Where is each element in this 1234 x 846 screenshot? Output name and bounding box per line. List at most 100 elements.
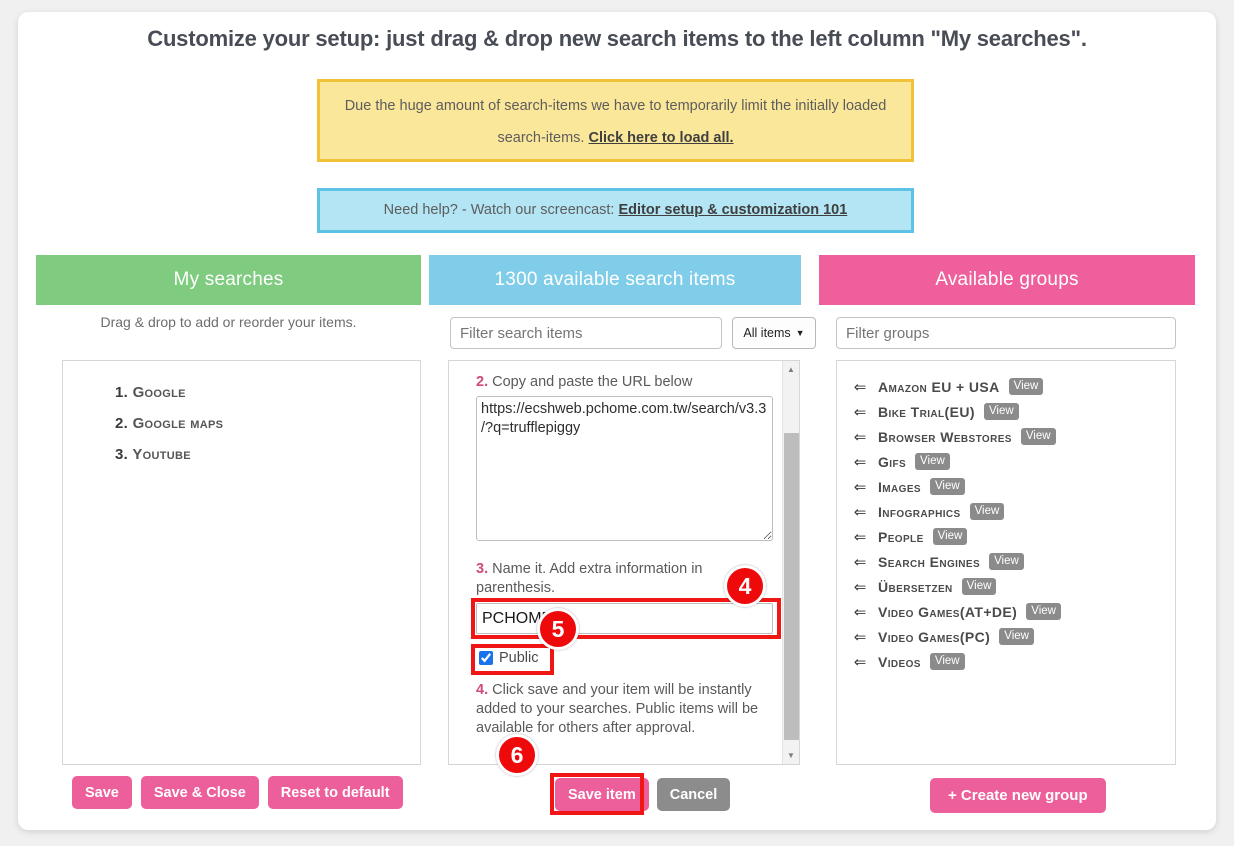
add-group-arrow-icon[interactable]: ⇐	[851, 653, 869, 671]
public-checkbox-wrap: Public	[471, 644, 596, 675]
group-row[interactable]: ⇐ Gifs View	[837, 449, 1175, 474]
item-name-input[interactable]	[476, 603, 773, 634]
step-3-text: Name it. Add extra information in parent…	[476, 561, 703, 596]
save-button[interactable]: Save	[72, 776, 132, 809]
step-3-number: 3.	[476, 561, 489, 577]
view-group-button[interactable]: View	[932, 528, 968, 545]
public-checkbox-row[interactable]: Public	[476, 648, 596, 668]
save-item-button[interactable]: Save item	[555, 778, 649, 811]
save-item-wrap: Save item	[550, 773, 649, 815]
view-group-button[interactable]: View	[915, 453, 950, 470]
scroll-down-icon[interactable]: ▼	[783, 747, 799, 764]
group-row[interactable]: ⇐ Videos View	[837, 649, 1175, 674]
search-items-filter-input[interactable]	[450, 317, 722, 349]
group-row[interactable]: ⇐ People View	[837, 524, 1175, 549]
chevron-down-icon: ▼	[795, 328, 805, 338]
add-group-arrow-icon[interactable]: ⇐	[851, 603, 869, 621]
groups-actions: + Create new group	[930, 778, 1106, 813]
groups-filter-row	[819, 305, 1195, 360]
group-name: Übersetzen	[878, 578, 953, 595]
view-group-button[interactable]: View	[983, 403, 1019, 420]
view-group-button[interactable]: View	[989, 553, 1024, 570]
click-here-to-load-all-link[interactable]: Click here to load all.	[589, 130, 734, 146]
group-row[interactable]: ⇐ Images View	[837, 474, 1175, 499]
save-and-close-button[interactable]: Save & Close	[140, 776, 259, 809]
add-group-arrow-icon[interactable]: ⇐	[851, 478, 869, 496]
search-items-filter-row: All items ▼	[429, 305, 816, 360]
list-item-label: Youtube	[132, 446, 191, 463]
list-item[interactable]: 3. Youtube	[63, 439, 420, 470]
available-search-items-column: 1300 available search items All items ▼ …	[429, 255, 816, 765]
available-search-items-header: 1300 available search items	[429, 255, 801, 305]
new-item-form-panel: 2. Copy and paste the URL below 3. Name …	[448, 360, 800, 765]
view-group-button[interactable]: View	[999, 628, 1034, 645]
add-group-arrow-icon[interactable]: ⇐	[851, 553, 869, 571]
cancel-button[interactable]: Cancel	[656, 778, 731, 811]
annotation-badge-6: 6	[496, 734, 538, 776]
view-group-button[interactable]: View	[969, 503, 1005, 520]
view-group-button[interactable]: View	[929, 478, 965, 495]
group-name: Gifs	[878, 453, 907, 470]
step-4-text: Click save and your item will be instant…	[476, 682, 759, 736]
add-group-arrow-icon[interactable]: ⇐	[851, 378, 869, 396]
url-textarea[interactable]	[476, 396, 773, 541]
group-row[interactable]: ⇐ Video Games(AT+DE) View	[837, 599, 1175, 624]
view-group-button[interactable]: View	[929, 653, 965, 670]
public-checkbox[interactable]	[479, 651, 493, 665]
list-item-number: 2.	[115, 415, 129, 432]
step-4-label: 4. Click save and your item will be inst…	[476, 681, 768, 738]
view-group-button[interactable]: View	[1008, 378, 1044, 395]
my-searches-subrow: Drag & drop to add or reorder your items…	[36, 305, 421, 360]
add-group-arrow-icon[interactable]: ⇐	[851, 428, 869, 446]
public-checkbox-label: Public	[499, 650, 539, 666]
group-name: Amazon EU + USA	[878, 378, 1000, 395]
view-group-button[interactable]: View	[961, 578, 997, 595]
middle-panel-scrollbar[interactable]: ▲ ▼	[782, 361, 799, 764]
add-group-arrow-icon[interactable]: ⇐	[851, 578, 869, 596]
group-name: Videos	[878, 653, 921, 670]
group-row[interactable]: ⇐ Search Engines View	[837, 549, 1175, 574]
groups-filter-input[interactable]	[836, 317, 1176, 349]
customize-setup-modal: Customize your setup: just drag & drop n…	[18, 12, 1216, 830]
view-group-button[interactable]: View	[1026, 603, 1061, 620]
name-field-wrap	[471, 598, 783, 639]
scroll-up-icon[interactable]: ▲	[783, 361, 799, 378]
group-row[interactable]: ⇐ Infographics View	[837, 499, 1175, 524]
my-searches-header: My searches	[36, 255, 421, 305]
group-name: Search Engines	[878, 553, 981, 570]
screencast-notice-text: Need help? - Watch our screencast:	[383, 202, 615, 218]
list-item-number: 3.	[115, 446, 129, 463]
group-name: Video Games(PC)	[878, 628, 991, 645]
add-group-arrow-icon[interactable]: ⇐	[851, 503, 869, 521]
all-items-select-value: All items	[743, 326, 791, 340]
group-name: People	[878, 528, 924, 545]
group-row[interactable]: ⇐ Browser Webstores View	[837, 424, 1175, 449]
all-items-select[interactable]: All items ▼	[732, 317, 816, 349]
view-group-button[interactable]: View	[1020, 428, 1056, 445]
group-name: Infographics	[878, 503, 961, 520]
list-item[interactable]: 1. Google	[63, 377, 420, 408]
load-all-notice: Due the huge amount of search-items we h…	[317, 79, 914, 162]
group-row[interactable]: ⇐ Amazon EU + USA View	[837, 374, 1175, 399]
available-groups-column: Available groups ⇐ Amazon EU + USA View ⇐ Bi…	[819, 255, 1195, 765]
list-item-label: Google maps	[132, 415, 224, 432]
screencast-link[interactable]: Editor setup & customization 101	[618, 202, 847, 218]
list-item[interactable]: 2. Google maps	[63, 408, 420, 439]
step-2-number: 2.	[476, 374, 489, 390]
add-group-arrow-icon[interactable]: ⇐	[851, 528, 869, 546]
my-searches-column: My searches Drag & drop to add or reorde…	[36, 255, 421, 765]
my-searches-listbox[interactable]: 1. Google 2. Google maps 3. Youtube	[62, 360, 421, 765]
add-group-arrow-icon[interactable]: ⇐	[851, 453, 869, 471]
group-row[interactable]: ⇐ Video Games(PC) View	[837, 624, 1175, 649]
reset-to-default-button[interactable]: Reset to default	[267, 776, 403, 809]
new-item-actions: Save item Cancel	[550, 773, 731, 815]
group-row[interactable]: ⇐ Bike Trial(EU) View	[837, 399, 1175, 424]
scrollbar-thumb[interactable]	[784, 433, 799, 740]
step-2-text: Copy and paste the URL below	[492, 374, 693, 390]
step-4-number: 4.	[476, 682, 489, 698]
group-row[interactable]: ⇐ Übersetzen View	[837, 574, 1175, 599]
add-group-arrow-icon[interactable]: ⇐	[851, 403, 869, 421]
add-group-arrow-icon[interactable]: ⇐	[851, 628, 869, 646]
create-new-group-button[interactable]: + Create new group	[930, 778, 1106, 813]
available-groups-listbox[interactable]: ⇐ Amazon EU + USA View ⇐ Bike Trial(EU) View ⇐…	[836, 360, 1176, 765]
